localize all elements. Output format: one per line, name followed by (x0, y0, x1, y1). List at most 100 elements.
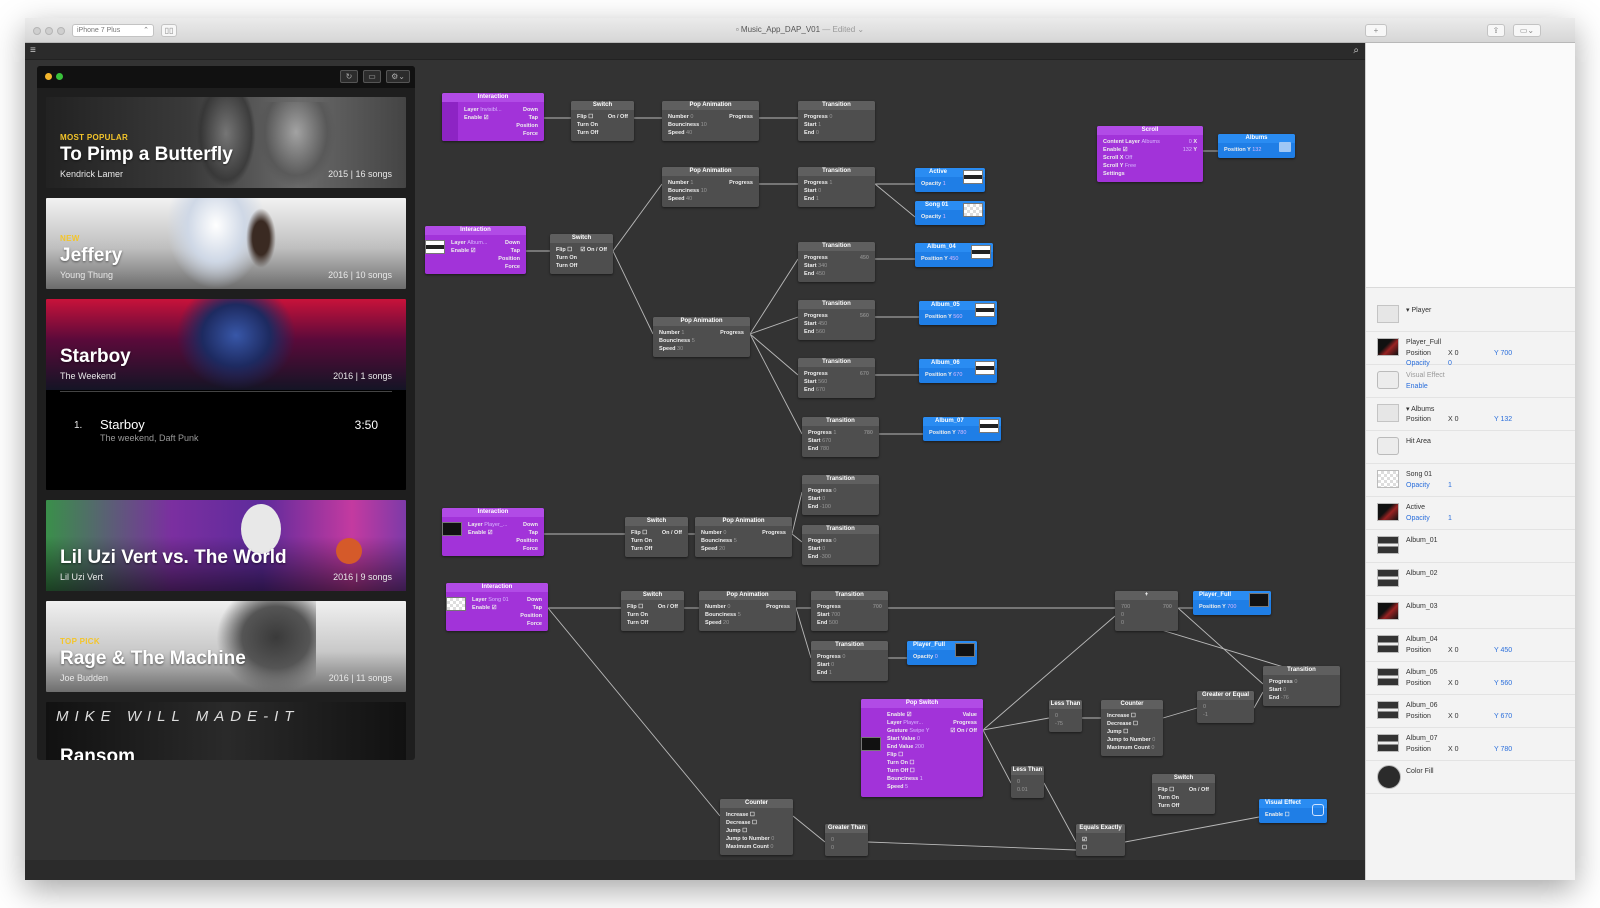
layer-name: Visual Effect (1406, 372, 1445, 379)
patch-canvas[interactable]: ↻ ▭ ⚙⌄ MOST POPULAR To Pimp a Butterfly … (25, 60, 1365, 860)
active-layer[interactable]: Active Opacity 1 (915, 168, 985, 192)
pop-animation-patch[interactable]: Pop Animation Number 0 Bounciness 10 Spe… (662, 101, 759, 141)
layer-row[interactable]: Color Fill (1366, 761, 1575, 794)
transition-patch[interactable]: Transition Progress 560 Start 450 End 56… (798, 300, 875, 340)
layer-name: Album_01 (1406, 537, 1438, 544)
layer-prop-value[interactable]: 1 (1448, 515, 1452, 522)
layer-row[interactable]: Hit Area (1366, 431, 1575, 464)
app-window: iPhone 7 Plus ⌃ ▯▯ ▫ Music_App_DAP_V01 — … (25, 18, 1575, 880)
layer-prop-value[interactable]: X 0 (1448, 647, 1459, 654)
transition-patch[interactable]: Transition Progress 0 Start 0 End -100 (802, 475, 879, 515)
switch-patch[interactable]: Switch Flip ☐ Turn On Turn Off On / Off (621, 591, 684, 631)
layer-row[interactable]: Song 01 Opacity 1 (1366, 464, 1575, 497)
layer-prop-value[interactable]: Y 700 (1494, 350, 1512, 357)
greater-or-equal-patch[interactable]: Greater or Equal 0 -1 (1197, 691, 1254, 723)
albums-layer[interactable]: Albums Position Y 132 (1218, 134, 1295, 158)
transition-patch[interactable]: Transition Progress 670 Start 560 End 67… (798, 358, 875, 398)
layer-row[interactable]: Album_02 (1366, 563, 1575, 596)
layer-thumbnail (1377, 437, 1399, 455)
layer-prop-value[interactable]: Y 670 (1494, 713, 1512, 720)
less-than-patch[interactable]: Less Than 0 -75 (1049, 700, 1082, 732)
add-patch-button[interactable]: + (1365, 24, 1387, 37)
layer-prop-value[interactable]: X 0 (1448, 746, 1459, 753)
player-full-position-layer[interactable]: Player_Full Position Y 700 (1193, 591, 1271, 615)
editor-toolbar: ≡ ⌕ (25, 43, 1365, 60)
transition-patch[interactable]: Transition Progress 1 780 Start 670 End … (802, 417, 879, 457)
scroll-patch[interactable]: Scroll Content Layer Albums Enable ☑ Scr… (1097, 126, 1203, 182)
equals-exactly-patch[interactable]: Equals Exactly ☑ ☐ (1076, 824, 1125, 856)
greater-than-patch[interactable]: Greater Than 0 0 (825, 824, 868, 856)
panel-toggle-icon[interactable]: ▭⌄ (1513, 24, 1541, 37)
transition-patch[interactable]: Transition Progress 0 Start 0 End 1 (811, 641, 888, 681)
switch-patch[interactable]: Switch Flip ☐ Turn On Turn Off On / Off (1152, 774, 1215, 814)
layer-thumbnail (1377, 734, 1399, 752)
interaction-patch[interactable]: Interaction Layer Invisibl... Enable ☑ D… (442, 93, 544, 141)
plus-patch[interactable]: + 700 700 0 0 (1115, 591, 1178, 631)
album06-layer[interactable]: Album_06 Position Y 670 (919, 359, 997, 383)
layer-prop-value[interactable]: Y 450 (1494, 647, 1512, 654)
layer-prop-label: Opacity (1406, 515, 1430, 522)
pop-switch-patch[interactable]: Pop Switch Enable ☑ Layer Player... Gest… (861, 699, 983, 797)
layer-prop-value[interactable]: 1 (1448, 482, 1452, 489)
layer-name: Album_02 (1406, 570, 1438, 577)
layer-prop-value[interactable]: Y 132 (1494, 416, 1512, 423)
layer-prop-label: Position (1406, 350, 1431, 357)
interaction-patch[interactable]: Interaction Layer Album... Enable ☑ Down… (425, 226, 526, 274)
song01-layer[interactable]: Song 01 Opacity 1 (915, 201, 985, 225)
layer-prop-value[interactable]: Y 780 (1494, 746, 1512, 753)
layer-row[interactable]: Visual Effect Enable (1366, 365, 1575, 398)
layer-prop-value[interactable]: X 0 (1448, 350, 1459, 357)
layer-prop-label: Opacity (1406, 482, 1430, 489)
layer-thumbnail (1377, 503, 1399, 521)
layer-row[interactable]: Album_04 Position X 0 Y 450 (1366, 629, 1575, 662)
share-icon[interactable]: ⇪ (1487, 24, 1505, 37)
transition-patch[interactable]: Transition Progress 0 Start 0 End -300 (802, 525, 879, 565)
album05-layer[interactable]: Album_05 Position Y 560 (919, 301, 997, 325)
transition-patch[interactable]: Transition Progress 700 Start 700 End 50… (811, 591, 888, 631)
album04-layer[interactable]: Album_04 Position Y 450 (915, 243, 993, 267)
player-full-opacity-layer[interactable]: Player_Full Opacity 0 (907, 641, 977, 665)
less-than-patch[interactable]: Less Than 0 0.01 (1011, 766, 1044, 798)
layer-row[interactable]: Album_06 Position X 0 Y 670 (1366, 695, 1575, 728)
counter-patch[interactable]: Counter Increase ☐ Decrease ☐ Jump ☐ Jum… (1101, 700, 1163, 756)
interaction-patch[interactable]: Interaction Layer Song 01 Enable ☑ Down … (446, 583, 548, 631)
switch-patch[interactable]: Switch Flip ☐ Turn On Turn Off ☑ On / Of… (550, 234, 613, 274)
pop-animation-patch[interactable]: Pop Animation Number 1 Bounciness 5 Spee… (653, 317, 750, 357)
counter-patch[interactable]: Counter Increase ☐ Decrease ☐ Jump ☐ Jum… (720, 799, 793, 855)
interaction-patch[interactable]: Interaction Layer Player_... Enable ☑ Do… (442, 508, 544, 556)
layer-prop-value[interactable]: X 0 (1448, 416, 1459, 423)
layer-thumbnail (1377, 765, 1401, 789)
layer-prop-value[interactable]: X 0 (1448, 680, 1459, 687)
layer-row[interactable]: Album_01 (1366, 530, 1575, 563)
search-icon[interactable]: ⌕ (1353, 45, 1359, 56)
layer-row[interactable]: ▾ Player (1366, 299, 1575, 332)
transition-patch[interactable]: Transition Progress 0 Start 1 End 0 (798, 101, 875, 141)
visual-effect-layer[interactable]: Visual Effect Enable ☐ (1259, 799, 1327, 823)
pop-animation-patch[interactable]: Pop Animation Number 0 Bounciness 5 Spee… (695, 517, 792, 557)
layer-row[interactable]: Player_Full Position X 0Y 700 Opacity 0 (1366, 332, 1575, 367)
layer-thumbnail (1377, 404, 1399, 422)
layer-name: ▾ Player (1406, 307, 1432, 314)
pop-animation-patch[interactable]: Pop Animation Number 0 Bounciness 5 Spee… (699, 591, 796, 631)
layer-row[interactable]: Album_07 Position X 0 Y 780 (1366, 728, 1575, 761)
layer-thumbnail (1377, 470, 1399, 488)
transition-patch[interactable]: Transition Progress 0 Start 0 End -76 (1263, 666, 1340, 706)
layer-row[interactable]: Album_03 (1366, 596, 1575, 629)
transition-patch[interactable]: Transition Progress 450 Start 340 End 45… (798, 242, 875, 282)
pop-animation-patch[interactable]: Pop Animation Number 1 Bounciness 10 Spe… (662, 167, 759, 207)
switch-patch[interactable]: Switch Flip ☐ Turn On Turn Off On / Off (625, 517, 688, 557)
switch-patch[interactable]: Switch Flip ☐ Turn On Turn Off On / Off (571, 101, 634, 141)
layer-row[interactable]: Album_05 Position X 0 Y 560 (1366, 662, 1575, 695)
album07-layer[interactable]: Album_07 Position Y 780 (923, 417, 1001, 441)
layer-name: Color Fill (1406, 768, 1434, 775)
layer-prop-value[interactable]: X 0 (1448, 713, 1459, 720)
layer-name: ▾ Albums (1406, 406, 1435, 413)
layer-prop-label: Position (1406, 680, 1431, 687)
layer-row[interactable]: ▾ Albums Position X 0 Y 132 (1366, 398, 1575, 431)
layer-row[interactable]: Active Opacity 1 (1366, 497, 1575, 530)
layer-name: Hit Area (1406, 438, 1431, 445)
transition-patch[interactable]: Transition Progress 1 Start 0 End 1 (798, 167, 875, 207)
layer-prop-label: Position (1406, 746, 1431, 753)
layer-prop-value[interactable]: Y 560 (1494, 680, 1512, 687)
menu-icon[interactable]: ≡ (30, 46, 36, 56)
